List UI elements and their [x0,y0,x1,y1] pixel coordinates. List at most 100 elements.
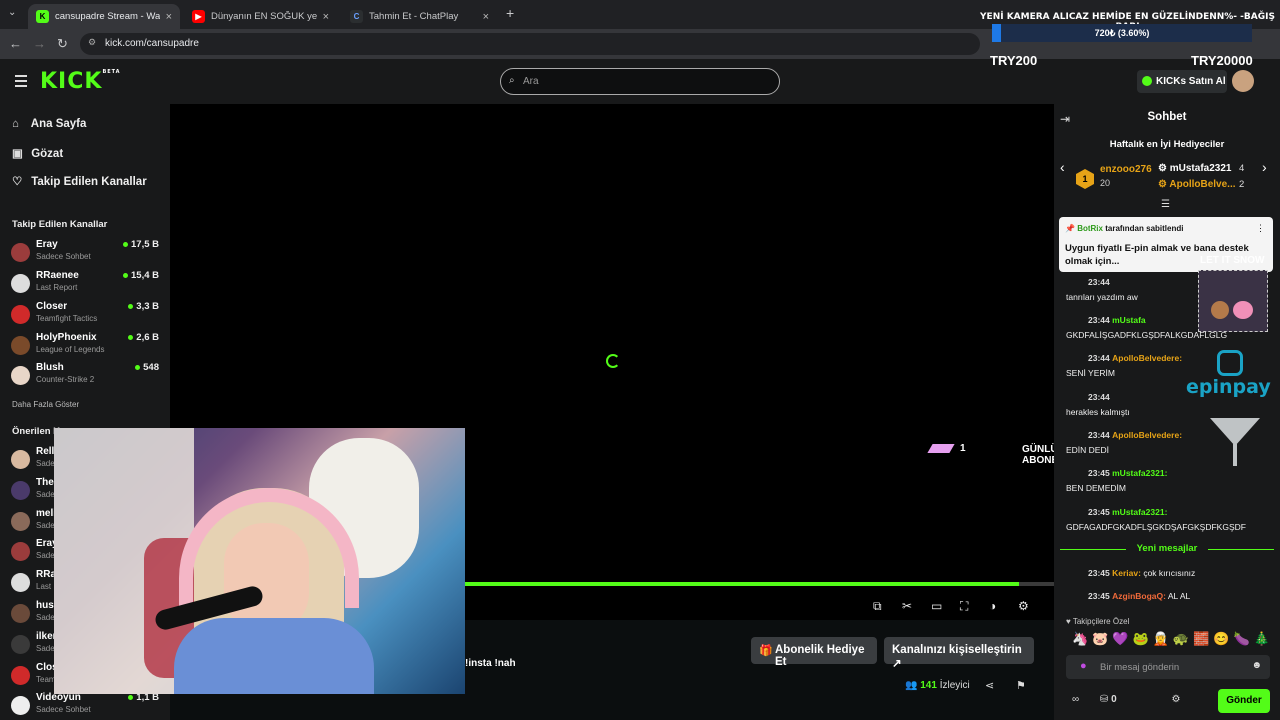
tab-kick[interactable]: K cansupadre Stream - Watch × [28,4,180,29]
forward-icon[interactable]: → [33,36,46,51]
pin-icon: 📌 [1065,224,1075,233]
leaderboard-title: Haftalık en İyi Hediyeciler [1109,139,1225,150]
avatar [11,604,30,623]
settings-gear-icon[interactable]: ⚙ [1018,599,1029,613]
loading-spinner-icon [606,354,620,368]
stream-info-bar: !insta !nah 🎁 Abonelik Hediye Et Kanalını… [465,630,1054,720]
epinpay-icon [1217,350,1243,376]
tab-youtube[interactable]: ▶ Dünyanın EN SOĞUK yerinde B × [184,4,337,29]
channel-item[interactable]: Blush Counter-Strike 2 548 [11,362,161,390]
followers-only-notice: ♥ Takipçilere Özel [1066,617,1130,626]
kick-logo[interactable]: KICKBETA [40,69,121,94]
chat-message: 23:45 mUstafa2321: GDFAGADFGKADFLŞGKDŞAFG… [1066,507,1246,532]
tab-close-icon[interactable]: × [323,11,329,23]
live-dot-icon [123,272,128,278]
avatar [11,635,30,654]
streamer-sweater [174,618,374,694]
infinity-icon[interactable]: ∞ [1072,694,1079,705]
channel-item[interactable]: Closer Teamfight Tactics 3,3 B [11,301,161,329]
back-icon[interactable]: ← [9,36,22,51]
chat-message: 23:45 AzginBogaQ: AL AL [1088,591,1191,601]
reload-icon[interactable]: ↻ [57,36,68,52]
chatplay-icon: C [350,10,363,23]
menu-icon[interactable] [15,75,27,90]
gift-sub-button[interactable]: 🎁 Abonelik Hediye Et [751,637,877,668]
viewer-count: 👥 141 İzleyici [905,680,970,691]
heart-icon: ♡ [12,176,23,188]
donation-progress-text: 720₺ (3.60%) [1094,28,1150,38]
site-info-icon[interactable]: ⚙ [88,37,96,48]
heart-icon: ♥ [1066,617,1071,626]
chevron-left-icon[interactable]: ‹ [1060,159,1065,175]
clip-icon[interactable]: ✂ [902,599,912,613]
sidebar-item-home[interactable]: ⌂ Ana Sayfa [12,118,86,130]
live-dot-icon [128,694,134,700]
customize-channel-button[interactable]: Kanalınızı kişiselleştirin ↗ [884,637,1034,670]
avatar [11,243,30,262]
youtube-icon: ▶ [192,10,205,23]
speed-icon[interactable]: ◑ [989,599,996,613]
search-input[interactable]: ⌕ Ara [500,68,780,95]
channel-item[interactable]: Eray Sadece Sohbet 17,5 B [11,239,161,267]
expand-icon[interactable]: ☰ [1161,199,1170,210]
share-icon[interactable]: ⋖ [985,679,994,692]
show-more-link[interactable]: Daha Fazla Göster [12,400,79,409]
epinpay-logo: epinpay [1186,376,1271,398]
report-icon[interactable]: ⚑ [1016,679,1026,692]
sidebar-item-browse[interactable]: ▣ Gözat [12,146,63,160]
bear-icon [1211,301,1229,319]
url-field[interactable]: ⚙ kick.com/cansupadre [80,33,980,55]
stream-title: !insta !nah [465,658,516,669]
avatar [11,366,30,385]
buy-kicks-button[interactable]: KICKs Satın Al [1137,70,1227,93]
emoji-icon[interactable]: ☻ [1251,660,1262,671]
theater-icon[interactable]: ▭ [931,599,942,613]
mic-icon[interactable]: ● [1080,660,1087,672]
new-tab-icon[interactable]: + [506,5,514,21]
donation-max-label: TRY20000 [1191,53,1253,68]
avatar[interactable] [1232,70,1254,92]
rank-badge-icon: 1 [1076,169,1094,189]
channel-item[interactable]: RRaenee Last Report 15,4 B [11,270,161,298]
subs-counter: 1 [927,443,966,454]
video-progress-fill [465,582,1019,586]
streamer-webcam [54,428,465,694]
snow-globe-overlay [1198,270,1268,332]
emote-icon[interactable]: 🦄🐷💜🐸🧝🐢🧱😊🍆🎄 [1072,631,1274,646]
kicks-wallet-icon[interactable]: ⛁ [1100,694,1108,705]
external-link-icon: ↗ [892,658,902,670]
avatar [11,481,30,500]
tab-close-icon[interactable]: × [483,11,489,23]
send-button[interactable]: Gönder [1218,689,1270,713]
search-icon: ⌕ [509,75,515,86]
gifter-row: ⚙ ApolloBelve... 2 [1158,179,1245,190]
sidebar-item-following[interactable]: ♡ Takip Edilen Kanallar [12,174,147,188]
tab-list-icon[interactable]: ⌄ [8,7,16,18]
avatar [11,274,30,293]
cocktail-glass-stem [1233,444,1237,466]
tab-close-icon[interactable]: × [166,11,172,23]
pen-icon [927,443,955,453]
avatar [11,305,30,324]
kicks-icon [1142,76,1152,86]
video-progress-bar[interactable] [465,582,1054,586]
chat-settings-gear-icon[interactable]: ⚙ [1171,694,1180,705]
chevron-right-icon[interactable]: › [1262,159,1267,175]
tab-chatplay[interactable]: C Tahmin Et - ChatPlay × [342,4,497,29]
chat-input[interactable]: ● Bir mesaj gönderin ☻ [1066,655,1270,679]
channel-item[interactable]: Videoyun Sadece Sohbet 1,1 B [11,692,161,720]
chat-panel: ⇥ Sohbet Haftalık en İyi Hediyeciler ‹ 1… [1054,104,1280,720]
home-icon: ⌂ [12,118,19,130]
pip-icon[interactable]: ⧉ [873,599,882,614]
avatar [11,542,30,561]
fullscreen-icon[interactable]: ⛶ [960,599,968,614]
emote-bar[interactable]: 🦄🐷💜🐸🧝🐢🧱😊🍆🎄 [1072,631,1274,647]
avatar [11,666,30,685]
channel-item[interactable]: HolyPhoenix League of Legends 2,6 B [11,332,161,360]
more-options-icon[interactable]: ⋮ [1256,223,1265,234]
chat-footer: ∞ ⛁ 0 ⚙ [1072,694,1181,705]
avatar [11,336,30,355]
donation-banner: YENİ KAMERA ALICAZ HEMİDE EN GÜZELİNDENN… [975,6,1280,68]
pig-icon [1233,301,1253,319]
live-dot-icon [135,364,141,370]
